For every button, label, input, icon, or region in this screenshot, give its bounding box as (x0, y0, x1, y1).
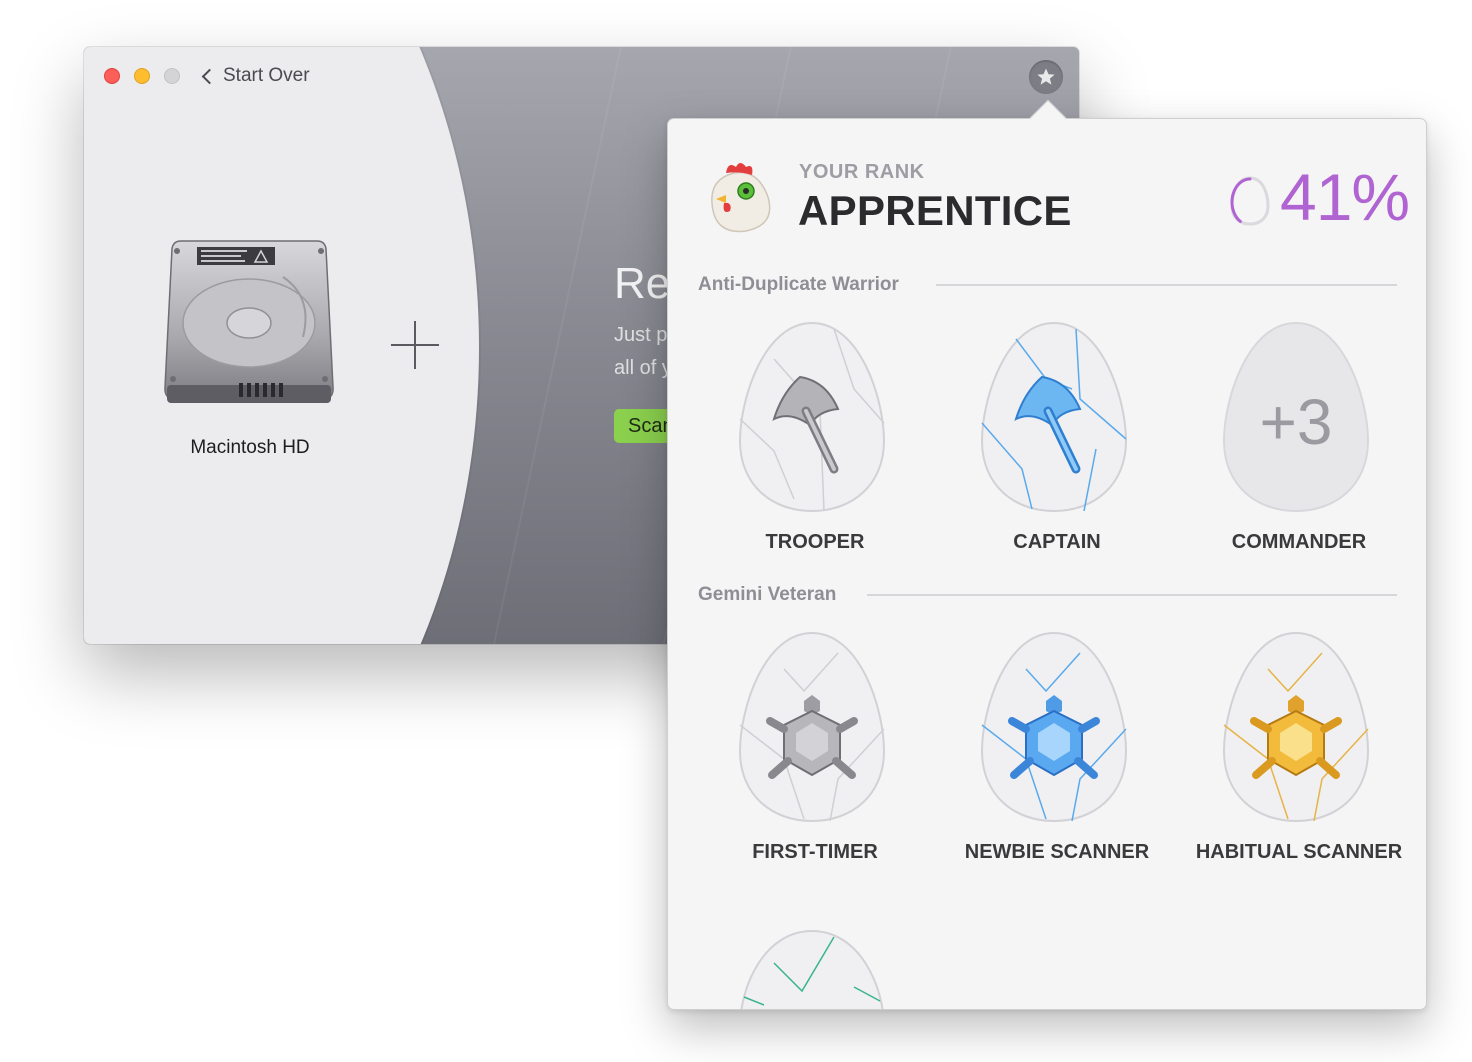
turtle-silver-icon (738, 631, 886, 823)
hard-drive-icon[interactable] (163, 237, 335, 411)
rank-progress-egg-icon (1230, 176, 1270, 226)
minimize-window-button[interactable] (134, 68, 150, 84)
start-over-label: Start Over (223, 65, 310, 86)
hero-description-line-2: all of y (614, 357, 672, 379)
rank-caption: YOUR RANK (799, 161, 925, 183)
turtle-gold-icon (1222, 631, 1370, 823)
hero-description-line-1: Just p (614, 324, 668, 346)
star-icon (1037, 68, 1055, 85)
rank-name: APPRENTICE (798, 187, 1072, 234)
more-badges-count: +3 (1259, 386, 1333, 458)
partial-badge-egg-icon (740, 929, 884, 1009)
section-divider (867, 594, 1397, 596)
rank-star-button[interactable] (1029, 60, 1063, 94)
badge-habitual-scanner[interactable]: HABITUAL SCANNER (1168, 629, 1410, 869)
badge-name: TROOPER (765, 531, 865, 553)
section-title-anti-duplicate-warrior: Anti-Duplicate Warrior (698, 274, 899, 295)
badge-name: FIRST-TIMER (752, 841, 878, 863)
close-window-button[interactable] (104, 68, 120, 84)
chevron-left-icon (201, 68, 218, 84)
chicken-rank-icon (711, 163, 771, 233)
badge-captain[interactable]: CAPTAIN (926, 319, 1168, 559)
axe-blue-icon (980, 321, 1128, 513)
rank-popover: YOUR RANK APPRENTICE 41% Anti-Duplicate … (667, 118, 1427, 1010)
badge-trooper[interactable]: TROOPER (684, 319, 926, 559)
add-folder-icon[interactable] (391, 321, 439, 369)
badge-name: CAPTAIN (1013, 531, 1101, 553)
badge-commander[interactable]: +3 COMMANDER (1168, 319, 1410, 559)
disk-name-label: Macintosh HD (190, 437, 310, 458)
rank-percent: 41% (1280, 160, 1410, 234)
badge-name: COMMANDER (1231, 531, 1367, 553)
badge-newbie-scanner[interactable]: NEWBIE SCANNER (926, 629, 1168, 869)
axe-silver-icon (738, 321, 886, 513)
badge-name: HABITUAL SCANNER (1195, 841, 1403, 863)
section-title-gemini-veteran: Gemini Veteran (698, 584, 837, 605)
start-over-button[interactable]: Start Over (200, 64, 310, 88)
zoom-window-button[interactable] (164, 68, 180, 84)
badge-first-timer[interactable]: FIRST-TIMER (684, 629, 926, 869)
section-divider (936, 284, 1397, 286)
badge-name: NEWBIE SCANNER (964, 841, 1150, 863)
turtle-blue-icon (980, 631, 1128, 823)
